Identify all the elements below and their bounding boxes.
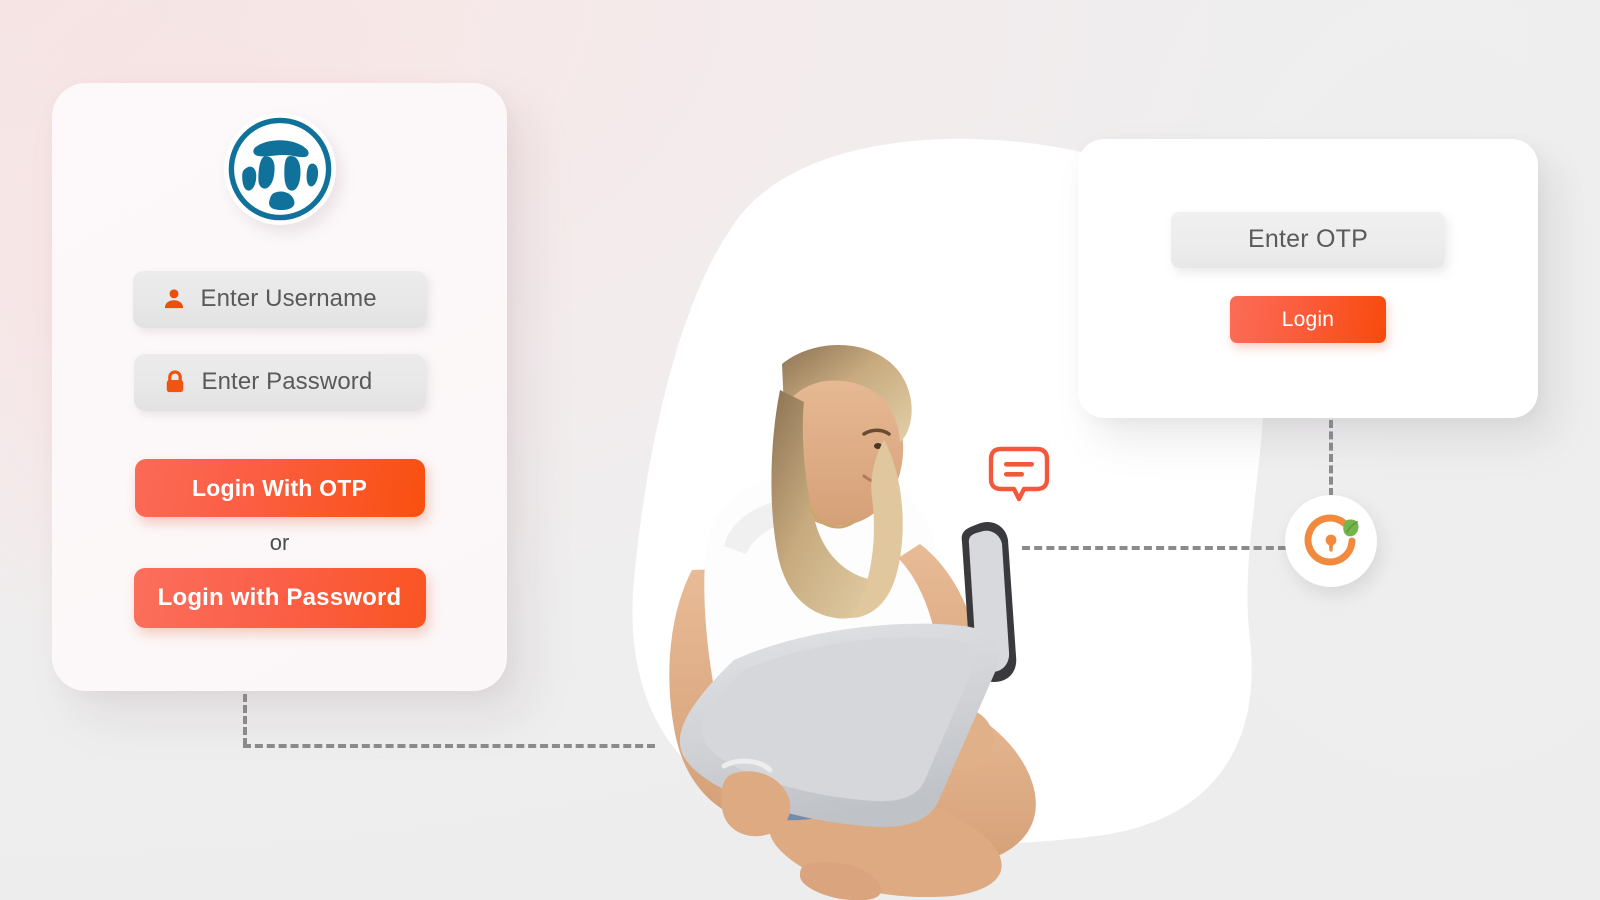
connector-left-horizontal	[243, 744, 655, 748]
brand-logo	[223, 113, 336, 225]
otp-placeholder: Enter OTP	[1248, 225, 1368, 253]
otp-input[interactable]: Enter OTP	[1171, 211, 1445, 268]
connector-left-vertical	[243, 694, 247, 746]
person-illustration	[612, 330, 1062, 900]
password-placeholder: Enter Password	[201, 368, 373, 395]
login-card: Enter Username Enter Password Login With…	[52, 83, 507, 691]
connector-otp-to-badge	[1329, 420, 1333, 496]
login-with-password-button[interactable]: Login with Password	[133, 568, 426, 628]
message-bubble-icon	[988, 446, 1050, 512]
login-with-otp-button[interactable]: Login With OTP	[134, 459, 425, 517]
secure-lock-leaf-icon	[1285, 495, 1377, 587]
username-input[interactable]: Enter Username	[132, 270, 427, 328]
otp-login-button[interactable]: Login	[1230, 296, 1386, 343]
otp-card: Enter OTP Login	[1078, 139, 1538, 418]
divider-label: or	[269, 530, 290, 555]
lock-icon	[162, 369, 188, 395]
illustration-scene: Enter Username Enter Password Login With…	[0, 0, 1600, 900]
password-input[interactable]: Enter Password	[133, 353, 426, 411]
brand-logo-icon	[228, 117, 331, 221]
user-icon	[161, 286, 187, 312]
username-placeholder: Enter Username	[200, 285, 377, 312]
